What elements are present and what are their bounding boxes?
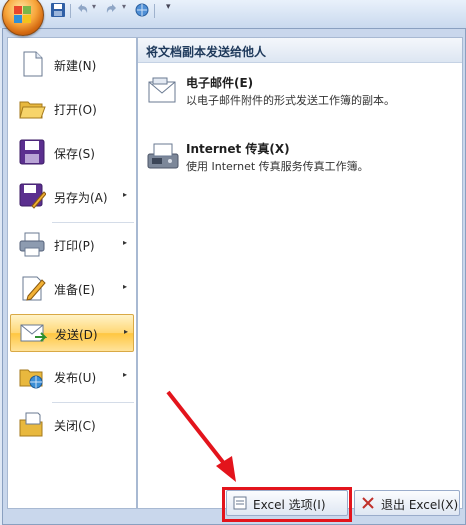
menu-item-save-as[interactable]: 另存为(A) ▸ — [10, 178, 134, 216]
menu-item-label: 关闭(C) — [54, 419, 96, 433]
email-icon — [146, 74, 180, 108]
undo-icon[interactable] — [74, 2, 90, 18]
menu-item-save[interactable]: 保存(S) — [10, 134, 134, 172]
submenu-item-title: Internet 传真(X) — [186, 142, 290, 156]
save-disk-icon — [18, 138, 46, 166]
quick-access-toolbar: ▾ ▾ ▾ — [0, 0, 466, 28]
new-document-icon — [18, 50, 46, 78]
menu-divider — [52, 402, 134, 403]
annotation-highlight-box — [222, 487, 352, 522]
submenu-arrow-icon: ▸ — [123, 370, 128, 379]
toolbar-separator — [70, 4, 71, 18]
menu-divider — [52, 222, 134, 223]
menu-command-list: 新建(N) 打开(O) 保存(S) 另存为(A) ▸ 打印(P) ▸ 准备(E)… — [7, 37, 137, 509]
send-submenu-panel: 将文档副本发送给他人 电子邮件(E) 以电子邮件附件的形式发送工作簿的副本。 I… — [137, 37, 463, 509]
menu-item-label: 新建(N) — [54, 59, 97, 73]
menu-item-label: 另存为(A) — [54, 191, 108, 205]
submenu-item-description: 使用 Internet 传真服务传真工作簿。 — [186, 160, 369, 173]
fax-icon — [146, 140, 180, 174]
submenu-arrow-icon: ▸ — [123, 238, 128, 247]
save-as-icon — [18, 182, 47, 210]
menu-item-label: 发送(D) — [55, 328, 98, 342]
hyperlink-globe-icon[interactable] — [134, 2, 150, 18]
menu-item-label: 打印(P) — [54, 239, 95, 253]
menu-item-label: 准备(E) — [54, 283, 95, 297]
submenu-item-description: 以电子邮件附件的形式发送工作簿的副本。 — [186, 94, 395, 107]
publish-folder-icon — [18, 362, 46, 390]
menu-item-open[interactable]: 打开(O) — [10, 90, 134, 128]
submenu-arrow-icon: ▸ — [123, 190, 128, 199]
submenu-arrow-icon: ▸ — [123, 282, 128, 291]
close-folder-icon — [18, 410, 46, 438]
prepare-pencil-icon — [18, 274, 46, 302]
exit-excel-label: 退出 Excel(X) — [381, 498, 459, 512]
menu-item-label: 打开(O) — [54, 103, 97, 117]
send-mail-icon — [19, 319, 48, 347]
toolbar-separator — [154, 4, 155, 18]
submenu-item-title: 电子邮件(E) — [186, 76, 254, 90]
menu-item-label: 保存(S) — [54, 147, 95, 161]
customize-toolbar-icon[interactable]: ▾ — [166, 2, 182, 18]
menu-item-close[interactable]: 关闭(C) — [10, 406, 134, 444]
redo-icon[interactable] — [104, 2, 120, 18]
open-folder-icon — [18, 94, 46, 122]
exit-excel-button[interactable]: 退出 Excel(X) — [354, 490, 460, 516]
menu-item-new[interactable]: 新建(N) — [10, 46, 134, 84]
save-icon[interactable] — [50, 2, 66, 18]
office-logo-icon — [14, 6, 32, 24]
submenu-item-email[interactable]: 电子邮件(E) 以电子邮件附件的形式发送工作簿的副本。 — [142, 70, 458, 118]
menu-item-label: 发布(U) — [54, 371, 97, 385]
menu-item-print[interactable]: 打印(P) ▸ — [10, 226, 134, 264]
office-menu: 新建(N) 打开(O) 保存(S) 另存为(A) ▸ 打印(P) ▸ 准备(E)… — [2, 28, 466, 525]
submenu-arrow-icon: ▸ — [124, 327, 129, 336]
menu-item-send[interactable]: 发送(D) ▸ — [10, 314, 134, 352]
menu-item-publish[interactable]: 发布(U) ▸ — [10, 358, 134, 396]
submenu-item-internet-fax[interactable]: Internet 传真(X) 使用 Internet 传真服务传真工作簿。 — [142, 136, 458, 184]
menu-item-prepare[interactable]: 准备(E) ▸ — [10, 270, 134, 308]
submenu-header-text: 将文档副本发送给他人 — [146, 45, 267, 59]
printer-icon — [18, 230, 46, 258]
submenu-header: 将文档副本发送给他人 — [138, 38, 462, 63]
exit-x-icon — [361, 496, 375, 510]
